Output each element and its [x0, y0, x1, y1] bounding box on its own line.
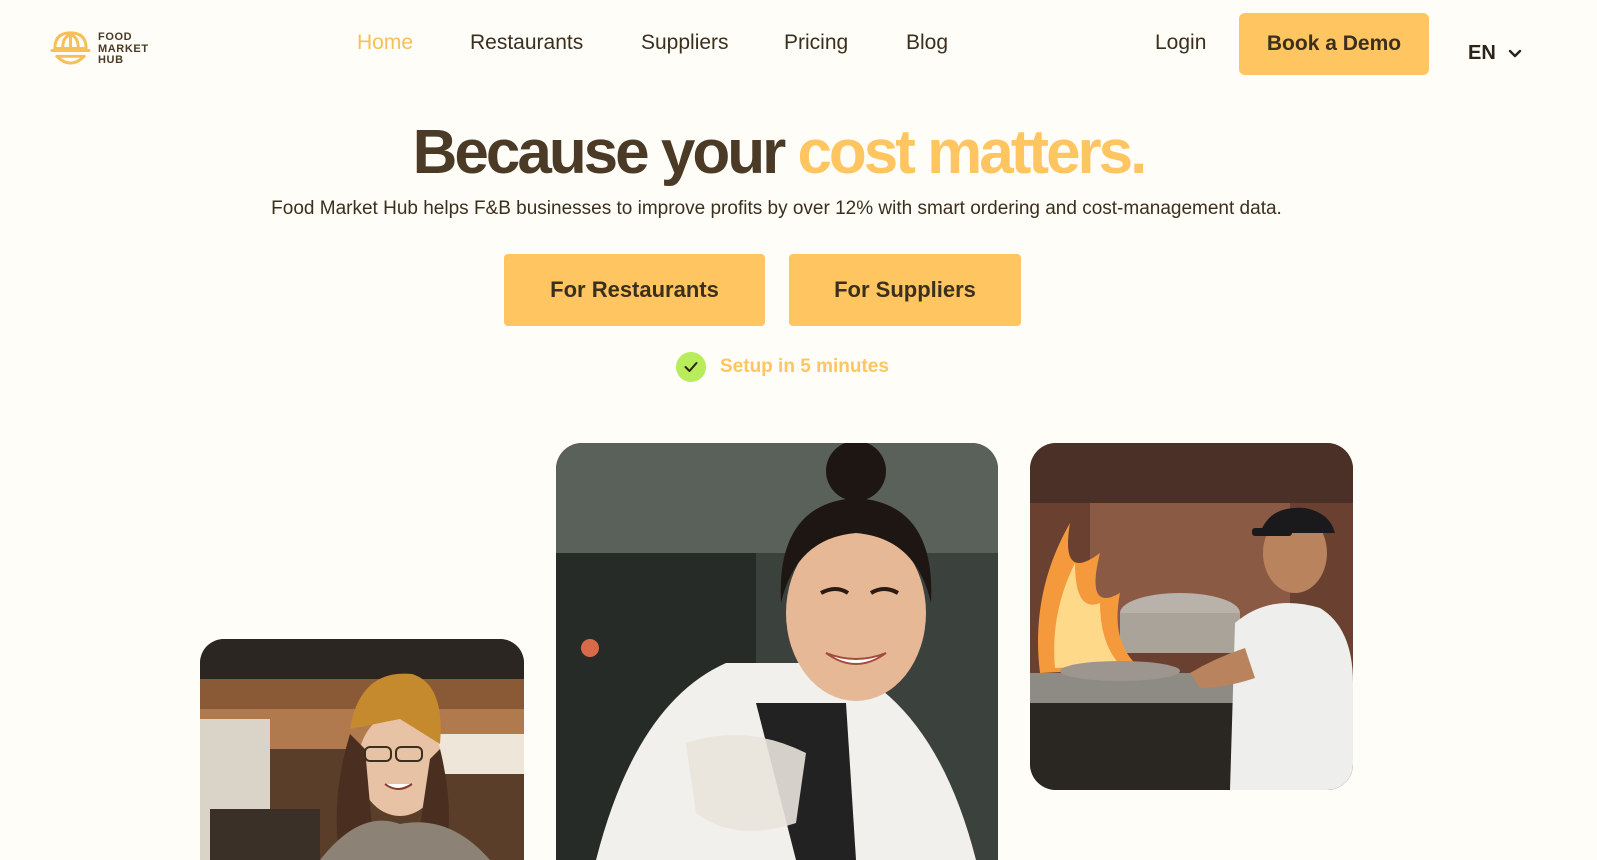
setup-note-text: Setup in 5 minutes: [720, 356, 889, 377]
photo-cashier-woman: [200, 639, 524, 860]
logo-line-hub: HUB: [98, 54, 124, 67]
logo-wordmark: FOOD MARKET HUB: [98, 32, 149, 67]
hero-headline-main: Because your: [412, 118, 798, 187]
hero-headline-accent: cost matters.: [797, 118, 1147, 187]
hero-headline: Because your cost matters.: [0, 117, 1557, 188]
for-suppliers-button[interactable]: For Suppliers: [789, 254, 1021, 326]
book-demo-button[interactable]: Book a Demo: [1239, 13, 1429, 75]
main-nav: Home Restaurants Suppliers Pricing Blog: [357, 31, 966, 55]
login-link[interactable]: Login: [1155, 31, 1206, 55]
language-label: EN: [1468, 42, 1496, 64]
chevron-down-icon: [1508, 49, 1521, 57]
burger-dome-logo-icon: [50, 31, 91, 65]
for-restaurants-button[interactable]: For Restaurants: [504, 254, 765, 326]
nav-item-blog[interactable]: Blog: [906, 31, 966, 55]
photo-chef-woman: [556, 443, 998, 860]
brand-logo[interactable]: FOOD MARKET HUB: [49, 27, 149, 72]
nav-item-suppliers[interactable]: Suppliers: [641, 31, 784, 55]
nav-item-restaurants[interactable]: Restaurants: [470, 31, 641, 55]
setup-note: Setup in 5 minutes: [676, 352, 889, 382]
landing-page: FOOD MARKET HUB Home Restaurants Supplie…: [0, 0, 1597, 860]
nav-item-home[interactable]: Home: [357, 31, 470, 55]
nav-item-pricing[interactable]: Pricing: [784, 31, 906, 55]
hero-subline: Food Market Hub helps F&B businesses to …: [271, 198, 1282, 219]
language-selector[interactable]: EN: [1468, 42, 1522, 65]
photo-chef-flame: [1030, 443, 1353, 790]
check-circle-icon: [676, 352, 706, 382]
